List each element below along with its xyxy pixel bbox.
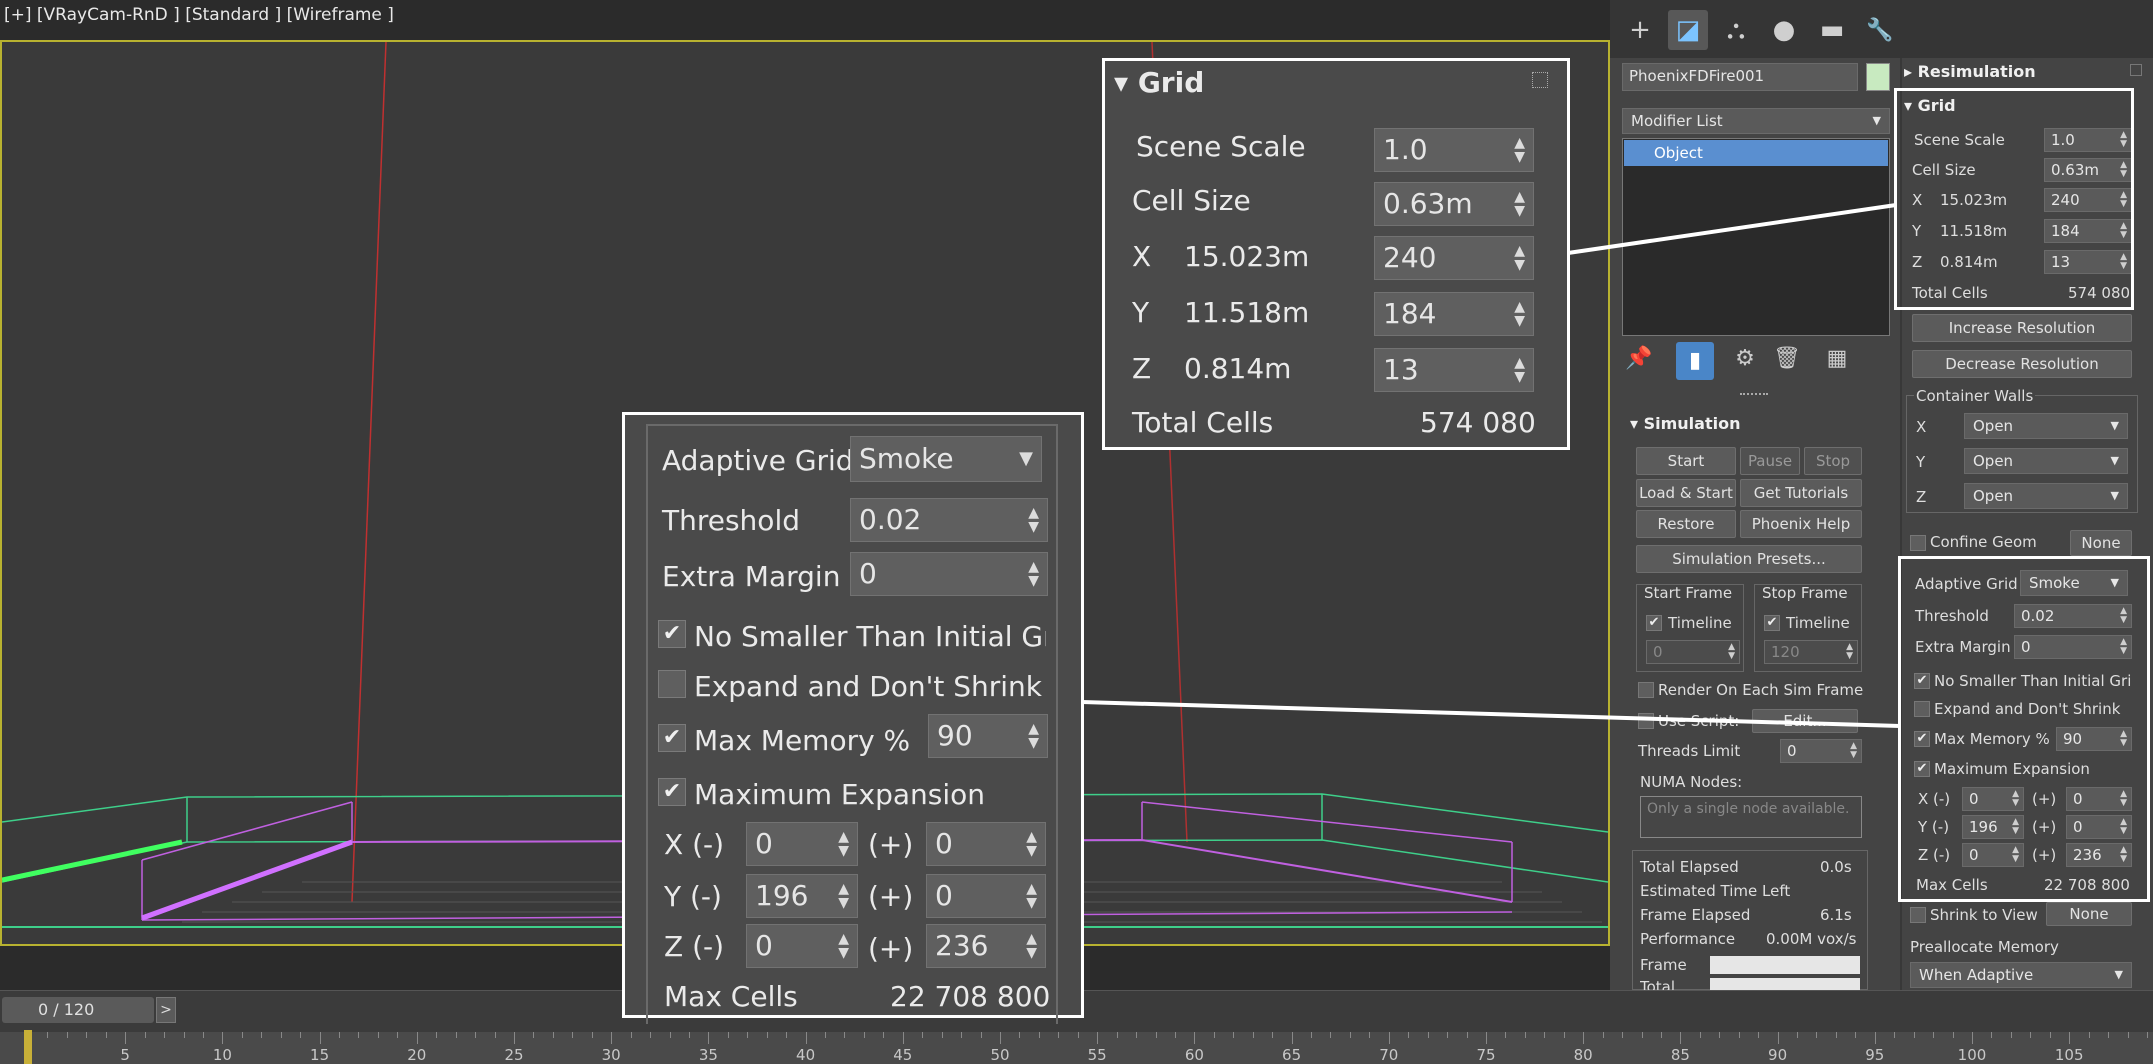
rollout-pin-icon xyxy=(1532,72,1548,88)
zoom-adaptive-grid-dropdown: Smoke ▼ xyxy=(850,436,1042,482)
zoom-scene-scale-spinner: 1.0 ▲ ▼ xyxy=(1374,128,1534,172)
zoom-cell-size-spinner: 0.63m ▲ ▼ xyxy=(1374,182,1534,226)
spinner-arrows-icon: ▲ ▼ xyxy=(838,829,849,859)
zoom-y-spinner: 184 ▲ ▼ xyxy=(1374,292,1534,336)
zoom-total-cells-label: Total Cells xyxy=(1132,406,1274,439)
zoom-max-cells-label: Max Cells xyxy=(664,980,798,1013)
zoom-x-value: 240 xyxy=(1383,241,1437,274)
spinner-arrows-icon: ▲ ▼ xyxy=(1028,721,1039,751)
zoom-no-smaller-checkbox: ✔ xyxy=(658,620,686,648)
spinner-arrows-icon: ▲ ▼ xyxy=(1514,189,1525,219)
spinner-arrows-icon: ▲ ▼ xyxy=(1514,299,1525,329)
spinner-arrows-icon: ▲ ▼ xyxy=(1026,829,1037,859)
zoom-y-length: 11.518m xyxy=(1184,296,1310,329)
spinner-arrows-icon: ▲ ▼ xyxy=(1026,881,1037,911)
zoom-y-value: 184 xyxy=(1383,297,1437,330)
chevron-down-icon: ▼ xyxy=(1019,448,1033,469)
zoom-grid-header-label: Grid xyxy=(1137,66,1205,99)
spinner-arrows-icon: ▲ ▼ xyxy=(1514,243,1525,273)
spinner-arrows-icon: ▲ ▼ xyxy=(838,881,849,911)
zoom-z-spinner: 13 ▲ ▼ xyxy=(1374,348,1534,392)
zoom-adaptive-grid-label: Adaptive Grid xyxy=(662,444,854,477)
zoom-y-label: Y xyxy=(1132,296,1150,329)
zoom-no-smaller-label: No Smaller Than Initial Gric xyxy=(694,620,1046,653)
zoom-z-label: Z xyxy=(1132,352,1152,385)
zoom-x-minus-label: X (-) xyxy=(664,828,725,861)
zoom-extra-margin-value: 0 xyxy=(859,557,877,590)
zoom-y-minus-label: Y (-) xyxy=(664,880,722,913)
zoom-z-minus-label: Z (-) xyxy=(664,930,725,963)
zoom-cell-size-value: 0.63m xyxy=(1383,187,1473,220)
zoom-max-memory-value: 90 xyxy=(937,719,973,752)
zoom-expand-dont-shrink-checkbox xyxy=(658,670,686,698)
zoom-y-plus-value: 0 xyxy=(935,879,953,912)
zoom-z-length: 0.814m xyxy=(1184,352,1292,385)
zoom-cell-size-label: Cell Size xyxy=(1132,184,1251,217)
zoom-adaptive-grid-value: Smoke xyxy=(859,442,954,475)
zoom-extra-margin-spinner: 0 ▲ ▼ xyxy=(850,552,1048,596)
spinner-arrows-icon: ▲ ▼ xyxy=(1514,355,1525,385)
zoom-z-minus-spinner: 0 ▲ ▼ xyxy=(746,924,858,968)
zoom-x-length: 15.023m xyxy=(1184,240,1310,273)
zoom-z-minus-value: 0 xyxy=(755,929,773,962)
zoom-y-minus-spinner: 196 ▲ ▼ xyxy=(746,874,858,918)
zoom-z-plus-label: (+) xyxy=(868,932,914,965)
zoom-z-plus-spinner: 236 ▲ ▼ xyxy=(926,924,1046,968)
zoom-threshold-value: 0.02 xyxy=(859,503,922,536)
spinner-arrows-icon: ▲ ▼ xyxy=(838,931,849,961)
zoom-scene-scale-label: Scene Scale xyxy=(1136,130,1306,163)
zoom-x-plus-label: (+) xyxy=(868,828,914,861)
zoom-y-plus-spinner: 0 ▲ ▼ xyxy=(926,874,1046,918)
zoom-grid-header: ▾ Grid xyxy=(1114,66,1205,99)
zoom-max-memory-spinner: 90 ▲ ▼ xyxy=(928,714,1048,758)
zoom-x-plus-spinner: 0 ▲ ▼ xyxy=(926,822,1046,866)
zoom-y-minus-value: 196 xyxy=(755,879,809,912)
zoom-y-plus-label: (+) xyxy=(868,880,914,913)
zoom-threshold-spinner: 0.02 ▲ ▼ xyxy=(850,498,1048,542)
spinner-arrows-icon: ▲ ▼ xyxy=(1026,931,1037,961)
zoom-max-expansion-checkbox: ✔ xyxy=(658,778,686,806)
zoom-max-memory-label: Max Memory % xyxy=(694,724,911,757)
zoom-extra-margin-label: Extra Margin xyxy=(662,560,841,593)
zoom-scene-scale-value: 1.0 xyxy=(1383,133,1428,166)
spinner-arrows-icon: ▲ ▼ xyxy=(1028,505,1039,535)
zoom-max-cells-value: 22 708 800 xyxy=(890,980,1051,1013)
zoom-z-value: 13 xyxy=(1383,353,1419,386)
zoom-z-plus-value: 236 xyxy=(935,929,989,962)
zoom-x-minus-value: 0 xyxy=(755,827,773,860)
zoom-max-expansion-label: Maximum Expansion xyxy=(694,778,986,811)
zoom-x-minus-spinner: 0 ▲ ▼ xyxy=(746,822,858,866)
zoom-expand-dont-shrink-label: Expand and Don't Shrink xyxy=(694,670,1042,703)
zoom-threshold-label: Threshold xyxy=(662,504,800,537)
spinner-arrows-icon: ▲ ▼ xyxy=(1028,559,1039,589)
zoom-total-cells-value: 574 080 xyxy=(1420,406,1536,439)
spinner-arrows-icon: ▲ ▼ xyxy=(1514,135,1525,165)
zoom-x-plus-value: 0 xyxy=(935,827,953,860)
zoom-x-label: X xyxy=(1132,240,1152,273)
zoom-max-memory-checkbox: ✔ xyxy=(658,724,686,752)
zoom-x-spinner: 240 ▲ ▼ xyxy=(1374,236,1534,280)
